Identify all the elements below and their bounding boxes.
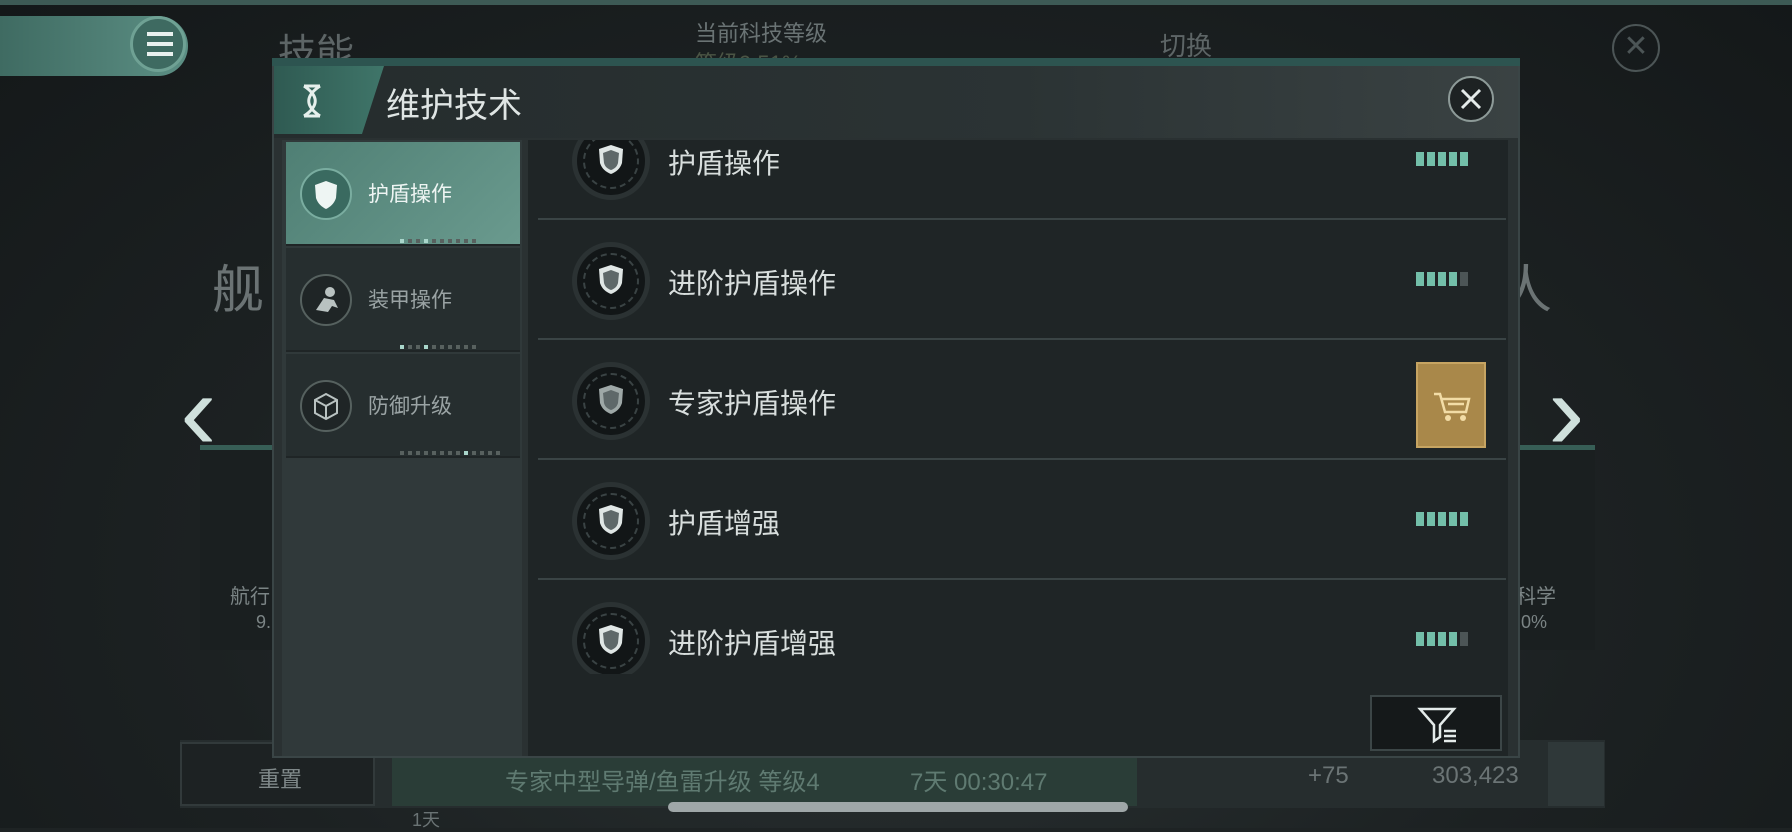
skill-name: 进阶护盾操作 bbox=[668, 268, 837, 299]
omega-bonus-value: +75 bbox=[1308, 762, 1349, 789]
shield-icon bbox=[572, 362, 650, 440]
skill-level-bars bbox=[1413, 632, 1468, 646]
category-progress-dots bbox=[400, 336, 480, 349]
category-label: 装甲操作 bbox=[368, 289, 452, 312]
background-card-left-value: 9. bbox=[256, 612, 272, 632]
bottom-menu-button[interactable] bbox=[1548, 742, 1604, 806]
category-label: 防御升级 bbox=[368, 395, 452, 418]
home-indicator[interactable] bbox=[668, 802, 1128, 812]
background-card-right-value: .0% bbox=[1516, 612, 1548, 632]
background-card-left-label: 航行 bbox=[230, 586, 270, 608]
category-label: 护盾操作 bbox=[368, 183, 452, 206]
shield-icon bbox=[572, 602, 650, 674]
skill-row[interactable]: 进阶护盾增强 bbox=[538, 580, 1506, 674]
background-card-right-label: 科学 bbox=[1516, 586, 1556, 608]
reset-label: 重置 bbox=[258, 767, 303, 792]
skill-name: 进阶护盾增强 bbox=[668, 628, 837, 659]
skill-name: 专家护盾操作 bbox=[668, 388, 837, 419]
shield-icon bbox=[572, 242, 650, 320]
skill-level-bars bbox=[1413, 512, 1468, 526]
background-side-text-left: 舰 bbox=[212, 262, 265, 320]
dialog-close-icon[interactable] bbox=[1448, 76, 1494, 122]
skill-row[interactable]: 护盾增强 bbox=[538, 460, 1506, 580]
skill-list[interactable]: 护盾操作 进阶护盾操作 专家护盾操作 护盾增强 进阶护盾增强 bbox=[530, 140, 1506, 674]
skill-level-bars bbox=[1413, 272, 1468, 286]
dialog-title: 维护技术 bbox=[386, 87, 522, 125]
skill-name: 护盾操作 bbox=[668, 148, 781, 179]
menu-bar-icon bbox=[147, 52, 173, 56]
training-day-label: 1天 bbox=[412, 810, 441, 830]
filter-icon bbox=[1417, 707, 1457, 744]
menu-bar-icon bbox=[147, 42, 173, 46]
menu-bar-icon bbox=[147, 32, 173, 36]
cube-icon bbox=[300, 380, 352, 432]
category-progress-dots bbox=[400, 442, 504, 455]
close-x-icon bbox=[1460, 88, 1482, 110]
shield-icon bbox=[572, 140, 650, 200]
category-defense-upgrade[interactable]: 防御升级 bbox=[286, 354, 520, 458]
category-armor-operation[interactable]: 装甲操作 bbox=[286, 248, 520, 352]
skill-level-bars bbox=[1413, 152, 1468, 166]
skill-row[interactable]: 进阶护盾操作 bbox=[538, 220, 1506, 340]
filter-button[interactable] bbox=[1370, 695, 1502, 751]
category-progress-dots bbox=[400, 230, 480, 243]
shield-icon bbox=[300, 168, 352, 220]
skill-row[interactable]: 专家护盾操作 bbox=[538, 340, 1506, 460]
shield-icon bbox=[572, 482, 650, 560]
training-queue-text: 专家中型导弹/鱼雷升级 等级4 bbox=[505, 769, 820, 796]
armor-robot-icon bbox=[300, 274, 352, 326]
buy-skill-button[interactable] bbox=[1416, 362, 1486, 448]
category-shield-operation[interactable]: 护盾操作 bbox=[286, 142, 520, 246]
training-timer: 7天 00:30:47 bbox=[910, 769, 1048, 796]
shopping-cart-icon bbox=[1434, 392, 1471, 421]
skill-name: 护盾增强 bbox=[668, 508, 781, 539]
menu-button[interactable] bbox=[130, 16, 186, 72]
background-close-icon[interactable]: ✕ bbox=[1612, 24, 1660, 72]
tech-level-label: 当前科技等级 bbox=[695, 21, 828, 46]
dialog-top-line bbox=[272, 58, 1520, 66]
top-accent-line bbox=[0, 0, 1792, 5]
skill-row[interactable]: 护盾操作 bbox=[538, 140, 1506, 220]
skill-points-value: 303,423 bbox=[1432, 762, 1519, 789]
